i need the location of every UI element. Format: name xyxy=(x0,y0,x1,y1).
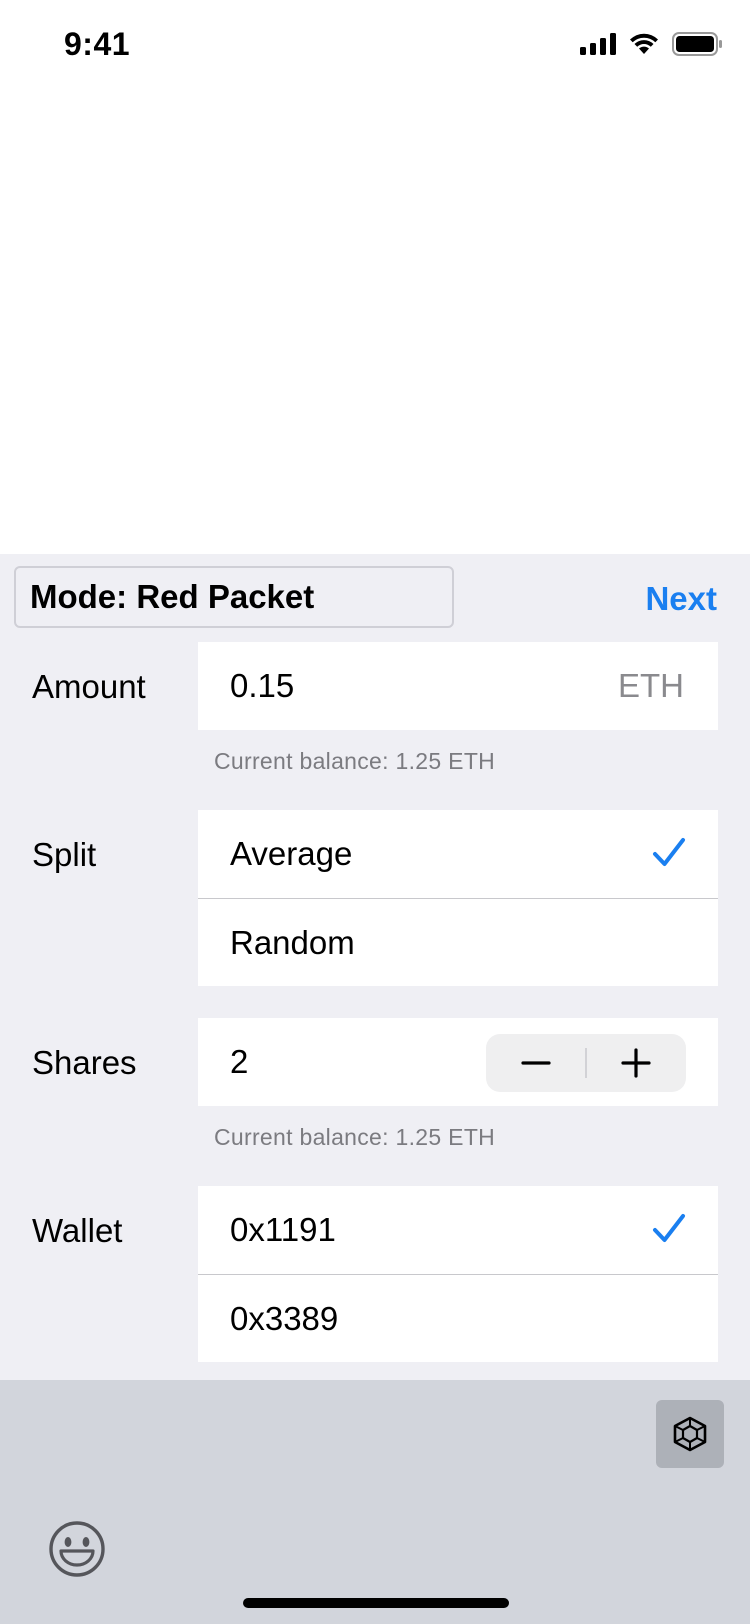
form-panel: Mode: Red Packet Next Amount 0.15 ETH Cu… xyxy=(0,554,750,1380)
home-indicator xyxy=(243,1598,509,1608)
wallet-option-0x3389[interactable]: 0x3389 xyxy=(198,1274,718,1362)
stepper-divider xyxy=(585,1048,587,1078)
status-time: 9:41 xyxy=(64,26,131,62)
shares-label: Shares xyxy=(32,1044,137,1081)
split-option-label: Average xyxy=(230,835,353,872)
shares-input[interactable]: 2 xyxy=(198,1018,718,1106)
wallet-option-0x1191[interactable]: 0x1191 xyxy=(198,1186,718,1274)
checkmark-icon xyxy=(653,838,685,866)
amount-unit: ETH xyxy=(618,667,684,704)
cube-key[interactable] xyxy=(656,1400,724,1468)
split-option-random[interactable]: Random xyxy=(198,898,718,986)
wallet-label: Wallet xyxy=(32,1212,123,1249)
amount-label: Amount xyxy=(32,668,146,705)
checkmark-icon xyxy=(653,1214,685,1242)
plus-icon xyxy=(621,1048,651,1078)
wifi-icon xyxy=(630,33,658,54)
increment-button[interactable] xyxy=(586,1034,686,1092)
battery-icon xyxy=(672,32,722,56)
screen: 9:41 Mode: Red Packet Next Amount 0.15 E… xyxy=(0,0,750,1624)
keyboard-area xyxy=(0,1380,750,1624)
mode-label: Mode: Red Packet xyxy=(30,578,315,615)
mode-field[interactable]: Mode: Red Packet xyxy=(14,566,454,628)
cellular-signal-icon xyxy=(580,33,616,55)
split-label: Split xyxy=(32,836,97,873)
shares-stepper xyxy=(486,1034,686,1092)
cube-icon xyxy=(673,1416,707,1452)
next-button[interactable]: Next xyxy=(645,580,717,618)
smiley-icon[interactable] xyxy=(48,1520,106,1578)
status-icons xyxy=(580,32,722,56)
wallet-option-label: 0x3389 xyxy=(230,1299,339,1337)
split-option-label: Random xyxy=(230,923,355,961)
shares-value: 2 xyxy=(230,1043,249,1080)
split-option-average[interactable]: Average xyxy=(198,810,718,898)
minus-icon xyxy=(521,1061,551,1065)
wallet-option-label: 0x1191 xyxy=(230,1211,336,1248)
decrement-button[interactable] xyxy=(486,1034,586,1092)
amount-balance-helper: Current balance: 1.25 ETH xyxy=(214,748,496,774)
amount-input[interactable]: 0.15 ETH xyxy=(198,642,718,730)
amount-value: 0.15 xyxy=(230,667,295,704)
shares-balance-helper: Current balance: 1.25 ETH xyxy=(214,1124,496,1150)
status-bar: 9:41 xyxy=(0,0,750,92)
